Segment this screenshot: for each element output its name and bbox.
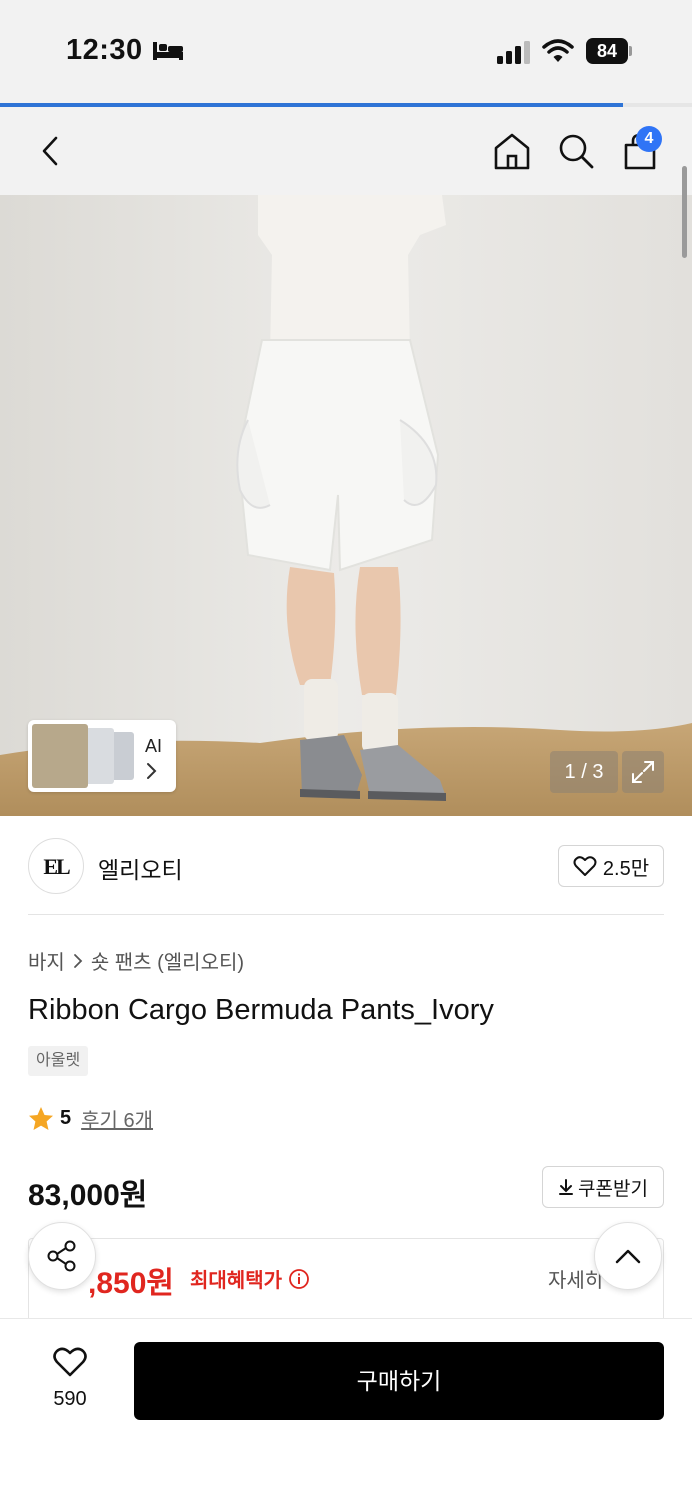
product-price: 83,000원 (28, 1179, 148, 1212)
search-button[interactable] (552, 127, 600, 175)
divider (28, 914, 664, 915)
rating-score: 5 (60, 1107, 72, 1129)
bed-icon (153, 42, 183, 60)
brand-like-button[interactable]: 2.5만 (558, 845, 664, 887)
breadcrumb-item[interactable]: 바지 (28, 946, 65, 975)
battery-level: 84 (586, 38, 628, 64)
battery-icon: 84 (586, 38, 632, 64)
benefit-label: 최대혜택가 (190, 1264, 310, 1293)
info-icon[interactable] (288, 1268, 310, 1290)
benefit-price: ,850원 (88, 1267, 174, 1300)
heart-icon (573, 856, 597, 876)
status-bar: 12:30 84 (0, 0, 692, 104)
expand-icon (632, 761, 654, 783)
download-icon (559, 1179, 574, 1195)
expand-image-button[interactable] (622, 751, 664, 793)
wishlist-button[interactable]: 590 (30, 1340, 110, 1420)
ai-thumbnail (32, 724, 88, 788)
breadcrumb: 바지 숏 팬츠 (엘리오티) (28, 946, 244, 975)
product-title: Ribbon Cargo Bermuda Pants_Ivory (28, 994, 494, 1026)
review-link[interactable]: 후기 6개 (81, 1104, 153, 1133)
wifi-icon (542, 39, 574, 62)
outlet-tag: 아울렛 (28, 1046, 89, 1076)
scroll-to-top-button[interactable] (594, 1222, 662, 1290)
back-arrow-icon (42, 136, 58, 166)
home-icon (494, 133, 530, 170)
share-icon (47, 1240, 76, 1272)
search-icon (559, 134, 594, 169)
chevron-up-icon (615, 1249, 641, 1264)
buy-button[interactable]: 구매하기 (134, 1342, 664, 1420)
ai-thumbnail (84, 728, 114, 784)
home-button[interactable] (488, 127, 536, 175)
breadcrumb-item[interactable]: 숏 팬츠 (엘리오티) (91, 946, 244, 975)
status-time: 12:30 (66, 34, 143, 66)
battery-cap (629, 46, 632, 56)
share-button[interactable] (28, 1222, 96, 1290)
wishlist-count: 590 (53, 1388, 87, 1410)
coupon-label: 쿠폰받기 (578, 1178, 648, 1200)
brand-name[interactable]: 엘리오티 (98, 851, 183, 885)
chevron-right-icon (147, 763, 157, 779)
heart-icon (53, 1347, 87, 1377)
scrollbar-thumb[interactable] (682, 166, 687, 258)
back-button[interactable] (26, 127, 74, 175)
app-header (0, 107, 692, 195)
star-icon (29, 1106, 53, 1130)
brand-logo[interactable]: EL (28, 838, 84, 894)
coupon-button[interactable]: 쿠폰받기 (542, 1166, 664, 1208)
brand-like-count: 2.5만 (602, 857, 650, 880)
benefit-label-text: 최대혜택가 (190, 1270, 282, 1292)
ai-label: AI (145, 736, 163, 756)
cellular-signal-icon (497, 41, 530, 64)
image-page-counter: 1 / 3 (550, 751, 618, 793)
benefit-detail-link[interactable]: 자세히 (548, 1264, 603, 1293)
ai-similar-items-card[interactable]: AI (28, 720, 176, 792)
cart-count-badge: 4 (636, 126, 662, 152)
chevron-right-icon (73, 953, 83, 968)
rating-row: 5 후기 6개 (28, 1104, 153, 1133)
